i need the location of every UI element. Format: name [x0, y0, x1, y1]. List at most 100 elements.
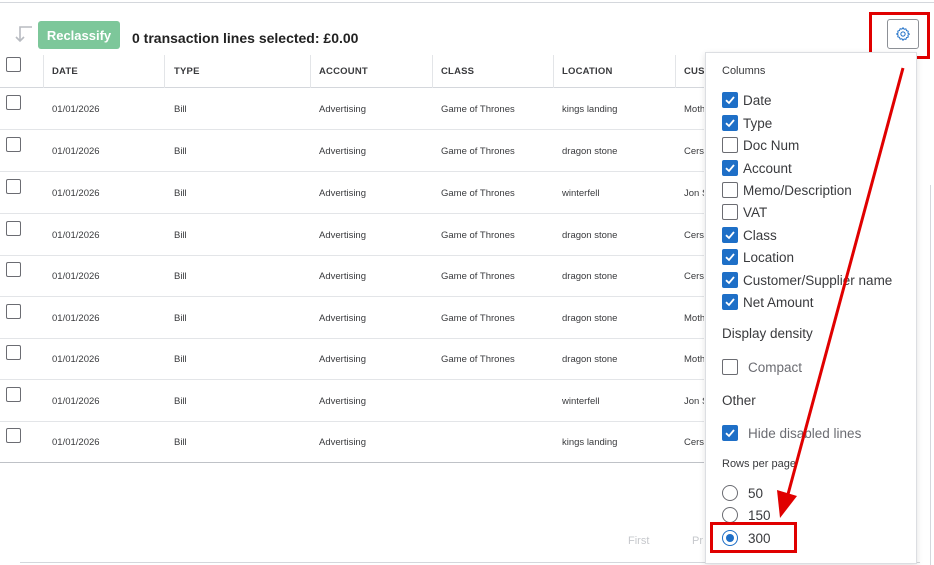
table-row[interactable]: 01/01/2026 Bill Advertising Game of Thro… [0, 172, 704, 214]
checkbox-unchecked[interactable] [722, 137, 738, 153]
cell-class: Game of Thrones [441, 104, 515, 115]
cell-date: 01/01/2026 [52, 230, 100, 241]
cell-date: 01/01/2026 [52, 396, 100, 407]
cell-customer: Cers [684, 271, 704, 282]
row-checkbox[interactable] [6, 137, 21, 152]
cell-date: 01/01/2026 [52, 188, 100, 199]
checkbox-checked[interactable] [722, 160, 738, 176]
column-header-customer[interactable]: CUS [684, 66, 704, 77]
column-option-label: VAT [743, 204, 768, 220]
column-option-date[interactable]: Date [722, 91, 772, 109]
other-heading: Other [722, 393, 756, 408]
checkmark-icon [725, 96, 735, 105]
cell-class: Game of Thrones [441, 146, 515, 157]
cell-account: Advertising [319, 313, 366, 324]
checkbox-checked[interactable] [722, 272, 738, 288]
table-row[interactable]: 01/01/2026 Bill Advertising Game of Thro… [0, 297, 704, 339]
cell-account: Advertising [319, 188, 366, 199]
column-divider [675, 55, 676, 88]
column-header-date[interactable]: DATE [52, 66, 78, 77]
rows-300-highlight-box [710, 522, 797, 553]
column-header-location[interactable]: LOCATION [562, 66, 613, 77]
cell-customer: Cers [684, 230, 704, 241]
table-row[interactable]: 01/01/2026 Bill Advertising Game of Thro… [0, 255, 704, 297]
row-checkbox[interactable] [6, 179, 21, 194]
cell-account: Advertising [319, 437, 366, 448]
checkbox-unchecked[interactable] [722, 359, 738, 375]
cell-type: Bill [174, 354, 187, 365]
row-checkbox[interactable] [6, 304, 21, 319]
cell-type: Bill [174, 188, 187, 199]
checkmark-icon [725, 164, 735, 173]
checkbox-checked[interactable] [722, 115, 738, 131]
cell-account: Advertising [319, 271, 366, 282]
column-option-class[interactable]: Class [722, 226, 777, 244]
cell-class: Game of Thrones [441, 230, 515, 241]
radio-button[interactable] [722, 507, 738, 523]
row-checkbox[interactable] [6, 262, 21, 277]
select-all-checkbox[interactable] [6, 57, 21, 72]
row-checkbox[interactable] [6, 221, 21, 236]
checkbox-checked[interactable] [722, 425, 738, 441]
row-checkbox[interactable] [6, 345, 21, 360]
table-row[interactable]: 01/01/2026 Bill Advertising Game of Thro… [0, 88, 704, 130]
checkbox-checked[interactable] [722, 294, 738, 310]
cell-location: dragon stone [562, 354, 618, 365]
columns-heading: Columns [722, 65, 766, 77]
table-row[interactable]: 01/01/2026 Bill Advertising kings landin… [0, 421, 704, 463]
cell-customer: Cers [684, 146, 704, 157]
column-header-type[interactable]: TYPE [174, 66, 200, 77]
cell-class: Game of Thrones [441, 271, 515, 282]
cell-location: dragon stone [562, 271, 618, 282]
checkbox-checked[interactable] [722, 92, 738, 108]
cell-account: Advertising [319, 354, 366, 365]
annotation-arrow [777, 67, 905, 518]
cell-location: kings landing [562, 437, 618, 448]
cell-class: Game of Thrones [441, 354, 515, 365]
reclassify-button[interactable]: Reclassify [38, 21, 120, 49]
cell-type: Bill [174, 313, 187, 324]
column-divider [432, 55, 433, 88]
column-option-vat[interactable]: VAT [722, 203, 767, 221]
cell-class: Game of Thrones [441, 188, 515, 199]
checkmark-icon [725, 429, 735, 438]
column-header-account[interactable]: ACCOUNT [319, 66, 368, 77]
rows-option-label: 50 [748, 485, 764, 501]
pagination-first[interactable]: First [628, 535, 649, 547]
cell-date: 01/01/2026 [52, 437, 100, 448]
column-divider [310, 55, 311, 88]
column-option-type[interactable]: Type [722, 114, 772, 132]
pagination-previous[interactable]: Pr [692, 535, 703, 547]
checkmark-icon [725, 231, 735, 240]
row-checkbox[interactable] [6, 387, 21, 402]
column-header-class[interactable]: CLASS [441, 66, 474, 77]
row-checkbox[interactable] [6, 428, 21, 443]
checkbox-checked[interactable] [722, 227, 738, 243]
checkmark-icon [725, 276, 735, 285]
table-row[interactable]: 01/01/2026 Bill Advertising Game of Thro… [0, 130, 704, 172]
column-divider [553, 55, 554, 88]
cell-location: dragon stone [562, 146, 618, 157]
cell-type: Bill [174, 271, 187, 282]
rows-option-label: 150 [748, 507, 771, 523]
transactions-table: DATE TYPE ACCOUNT CLASS LOCATION CUS 01/… [0, 55, 704, 463]
cell-account: Advertising [319, 104, 366, 115]
column-option-label: Type [743, 115, 773, 131]
cell-type: Bill [174, 396, 187, 407]
table-row[interactable]: 01/01/2026 Bill Advertising Game of Thro… [0, 338, 704, 380]
checkmark-icon [725, 253, 735, 262]
cell-date: 01/01/2026 [52, 271, 100, 282]
row-checkbox[interactable] [6, 95, 21, 110]
table-row[interactable]: 01/01/2026 Bill Advertising winterfell J… [0, 380, 704, 422]
checkbox-checked[interactable] [722, 249, 738, 265]
cell-account: Advertising [319, 396, 366, 407]
table-row[interactable]: 01/01/2026 Bill Advertising Game of Thro… [0, 214, 704, 256]
checkbox-unchecked[interactable] [722, 204, 738, 220]
cell-class: Game of Thrones [441, 313, 515, 324]
cell-location: dragon stone [562, 313, 618, 324]
checkbox-unchecked[interactable] [722, 182, 738, 198]
column-divider [164, 55, 165, 88]
column-option-label: Date [743, 92, 772, 108]
radio-button[interactable] [722, 485, 738, 501]
rows-per-page-option-50[interactable]: 50 [722, 484, 763, 502]
